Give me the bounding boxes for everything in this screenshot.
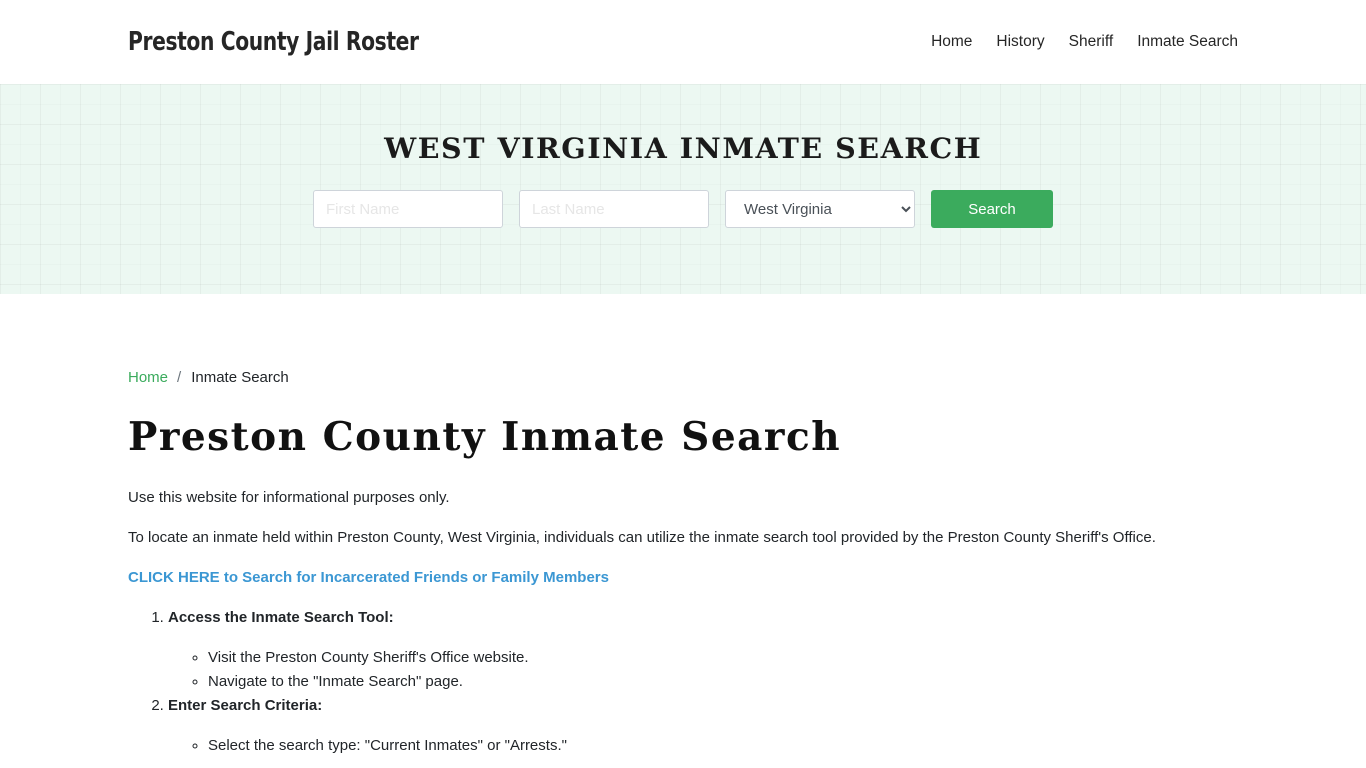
substep-item: Visit the Preston County Sheriff's Offic… bbox=[208, 646, 1238, 670]
step-item: Access the Inmate Search Tool: Visit the… bbox=[168, 606, 1238, 694]
article-body: Use this website for informational purpo… bbox=[128, 486, 1238, 758]
page-title: Preston County Inmate Search bbox=[128, 414, 842, 460]
breadcrumb-home[interactable]: Home bbox=[128, 369, 168, 386]
breadcrumb: Home / Inmate Search bbox=[128, 369, 1238, 386]
first-name-input[interactable] bbox=[313, 190, 503, 228]
inmate-search-form: West Virginia Search bbox=[313, 190, 1053, 228]
intro-paragraph: Use this website for informational purpo… bbox=[128, 489, 450, 506]
step-title: Enter Search Criteria: bbox=[168, 697, 323, 714]
step-title: Access the Inmate Search Tool: bbox=[168, 609, 394, 626]
search-button[interactable]: Search bbox=[931, 190, 1053, 228]
main-nav: Home History Sheriff Inmate Search bbox=[907, 33, 1238, 51]
steps-list: Access the Inmate Search Tool: Visit the… bbox=[128, 606, 1238, 758]
last-name-input[interactable] bbox=[519, 190, 709, 228]
nav-history[interactable]: History bbox=[996, 33, 1044, 51]
breadcrumb-separator: / bbox=[177, 369, 182, 386]
site-brand[interactable]: Preston County Jail Roster bbox=[128, 27, 419, 57]
hero-search-section: WEST VIRGINIA INMATE SEARCH West Virgini… bbox=[0, 84, 1366, 294]
breadcrumb-current: Inmate Search bbox=[191, 369, 289, 386]
nav-inmate-search[interactable]: Inmate Search bbox=[1137, 33, 1238, 51]
step-substeps: Visit the Preston County Sheriff's Offic… bbox=[168, 646, 1238, 694]
state-select[interactable]: West Virginia bbox=[725, 190, 915, 228]
main-content: Home / Inmate Search Preston County Inma… bbox=[0, 369, 1366, 758]
nav-sheriff[interactable]: Sheriff bbox=[1069, 33, 1114, 51]
hero-title: WEST VIRGINIA INMATE SEARCH bbox=[383, 132, 983, 165]
substep-item: Select the search type: "Current Inmates… bbox=[208, 734, 1238, 758]
site-header: Preston County Jail Roster Home History … bbox=[0, 0, 1366, 84]
nav-home[interactable]: Home bbox=[931, 33, 972, 51]
search-cta-link[interactable]: CLICK HERE to Search for Incarcerated Fr… bbox=[128, 569, 609, 586]
substep-item: Navigate to the "Inmate Search" page. bbox=[208, 670, 1238, 694]
description-paragraph: To locate an inmate held within Preston … bbox=[128, 529, 1156, 546]
step-substeps: Select the search type: "Current Inmates… bbox=[168, 734, 1238, 758]
step-item: Enter Search Criteria: Select the search… bbox=[168, 694, 1238, 758]
